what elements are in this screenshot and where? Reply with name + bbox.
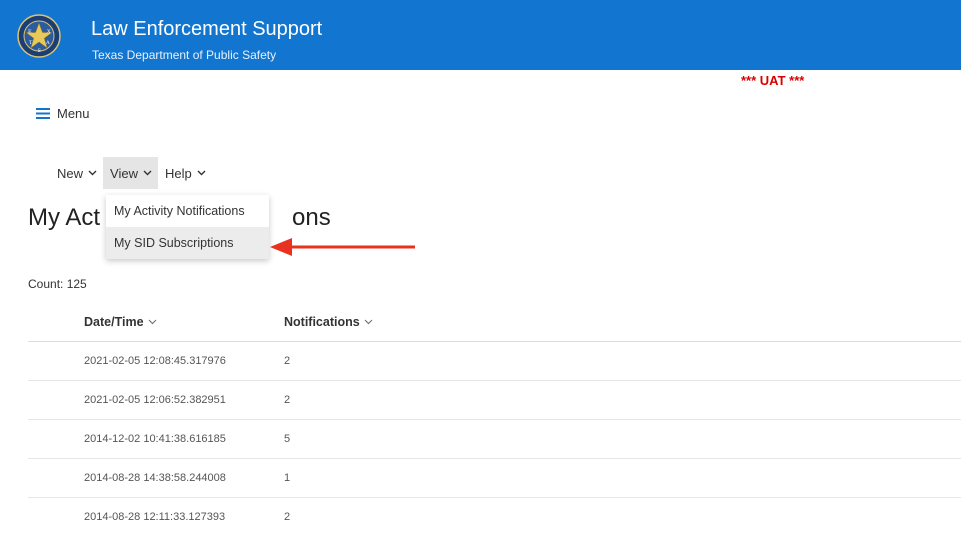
table-header: Date/Time Notifications xyxy=(28,303,961,342)
texas-dps-seal-logo: E X T A S xyxy=(17,14,61,58)
column-header-notifications[interactable]: Notifications xyxy=(284,315,373,329)
chevron-down-icon xyxy=(197,170,206,176)
menu-item-my-activity-notifications[interactable]: My Activity Notifications xyxy=(106,195,269,227)
cell-datetime: 2014-08-28 14:38:58.244008 xyxy=(84,472,226,484)
table-row[interactable]: 2014-08-28 12:11:33.127393 2 xyxy=(28,498,961,536)
cell-datetime: 2014-08-28 12:11:33.127393 xyxy=(84,511,226,523)
environment-label: *** UAT *** xyxy=(741,73,805,88)
column-header-datetime[interactable]: Date/Time xyxy=(84,315,157,329)
cell-notifications: 2 xyxy=(284,355,291,367)
view-dropdown-menu: My Activity Notifications My SID Subscri… xyxy=(106,195,269,259)
menubar: New View Help xyxy=(50,157,212,189)
column-header-label: Date/Time xyxy=(84,315,144,329)
menu-button[interactable]: Menu xyxy=(36,106,90,121)
chevron-down-icon xyxy=(143,170,152,176)
page-title-start: My Act xyxy=(28,204,101,231)
svg-text:E: E xyxy=(28,29,32,35)
table-row[interactable]: 2014-08-28 14:38:58.244008 1 xyxy=(28,459,961,498)
chevron-down-icon xyxy=(364,319,373,325)
chevron-down-icon xyxy=(88,170,97,176)
column-header-label: Notifications xyxy=(284,315,360,329)
menubar-item-label: Help xyxy=(164,165,192,181)
menu-label: Menu xyxy=(57,106,90,121)
app-title: Law Enforcement Support xyxy=(91,18,323,40)
cell-datetime: 2014-12-02 10:41:38.616185 xyxy=(84,433,226,445)
table-row[interactable]: 2021-02-05 12:06:52.382951 2 xyxy=(28,381,961,420)
menubar-item-label: View xyxy=(110,165,138,181)
app-subtitle: Texas Department of Public Safety xyxy=(92,48,277,62)
menubar-item-label: New xyxy=(57,165,84,181)
svg-text:S: S xyxy=(38,48,42,54)
table-row[interactable]: 2021-02-05 12:08:45.317976 2 xyxy=(28,342,961,381)
chevron-down-icon xyxy=(148,319,156,325)
red-arrow-annotation xyxy=(270,238,415,256)
svg-text:A: A xyxy=(45,40,50,46)
menu-item-my-sid-subscriptions[interactable]: My SID Subscriptions xyxy=(106,227,269,259)
page-title-end: ons xyxy=(292,204,331,231)
notifications-table: Date/Time Notifications 2021-02-05 12:08… xyxy=(28,303,961,536)
table-row[interactable]: 2014-12-02 10:41:38.616185 5 xyxy=(28,420,961,459)
cell-datetime: 2021-02-05 12:06:52.382951 xyxy=(84,394,226,406)
hamburger-icon xyxy=(36,108,50,119)
svg-text:X: X xyxy=(47,29,51,35)
cell-datetime: 2021-02-05 12:08:45.317976 xyxy=(84,355,226,367)
cell-notifications: 1 xyxy=(284,472,291,484)
cell-notifications: 5 xyxy=(284,433,291,445)
menubar-item-help[interactable]: Help xyxy=(158,157,212,189)
record-count: Count: 125 xyxy=(28,277,87,291)
cell-notifications: 2 xyxy=(284,394,291,406)
menubar-item-new[interactable]: New xyxy=(50,157,103,189)
app-header: E X T A S Law Enforcement Support Texas … xyxy=(0,0,961,70)
menubar-item-view[interactable]: View xyxy=(103,157,158,189)
cell-notifications: 2 xyxy=(284,511,291,523)
